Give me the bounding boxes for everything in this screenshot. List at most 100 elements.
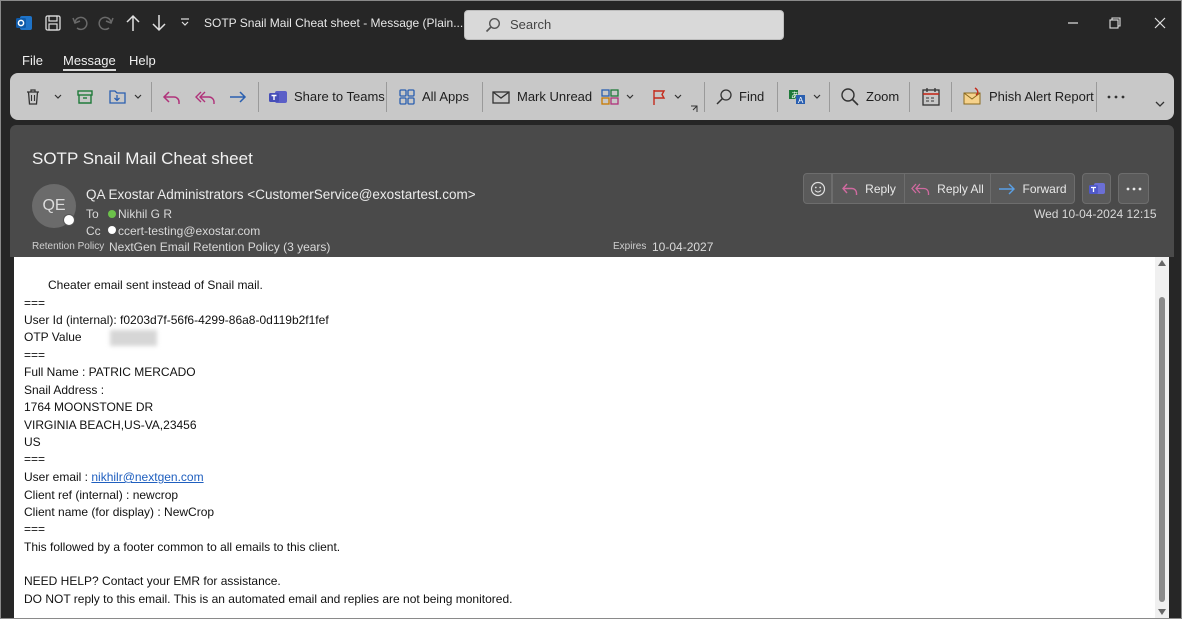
ribbon-divider	[777, 82, 778, 112]
redo-icon[interactable]	[97, 14, 115, 32]
body-snail-address-label: Snail Address :	[24, 383, 105, 397]
teams-icon	[1088, 181, 1106, 197]
svg-text:A: A	[798, 96, 804, 105]
customize-quick-access-icon[interactable]	[180, 17, 190, 27]
zoom-icon	[840, 87, 860, 107]
message-more-button[interactable]	[1118, 173, 1149, 204]
search-box[interactable]: Search	[464, 10, 784, 40]
mark-unread-label: Mark Unread	[517, 89, 593, 104]
search-placeholder: Search	[510, 17, 552, 32]
dialog-launcher-icon[interactable]	[690, 105, 698, 113]
message-subject: SOTP Snail Mail Cheat sheet	[32, 149, 253, 168]
all-apps-button[interactable]: All Apps	[398, 73, 469, 120]
share-to-teams-label: Share to Teams	[294, 89, 385, 104]
reply-all-icon	[195, 88, 217, 106]
find-button[interactable]: Find	[715, 73, 764, 120]
menu-message[interactable]: Message	[63, 53, 116, 71]
more-icon	[1106, 94, 1126, 100]
ribbon-divider	[482, 82, 483, 112]
trash-icon	[24, 88, 42, 106]
title-bar: SOTP Snail Mail Cheat sheet - Message (P…	[1, 1, 1181, 47]
scroll-down-icon[interactable]	[1158, 609, 1166, 615]
calendar-view-button[interactable]	[921, 73, 941, 120]
minimize-icon[interactable]	[1067, 17, 1079, 29]
message-body[interactable]: Cheater email sent instead of Snail mail…	[14, 257, 1169, 618]
user-email-link[interactable]: nikhilr@nextgen.com	[91, 470, 203, 484]
window-title: SOTP Snail Mail Cheat sheet - Message (P…	[204, 16, 464, 30]
mark-unread-button[interactable]: Mark Unread	[491, 73, 592, 120]
categorize-button[interactable]	[600, 73, 634, 120]
undo-icon[interactable]	[71, 14, 89, 32]
more-options-button[interactable]	[1106, 73, 1126, 120]
forward-button[interactable]: Forward	[990, 173, 1075, 204]
archive-icon	[76, 88, 94, 106]
translate-button[interactable]: あA	[787, 73, 821, 120]
archive-button[interactable]	[76, 73, 94, 120]
received-date: Wed 10-04-2024 12:15	[1034, 207, 1157, 221]
menu-help[interactable]: Help	[129, 53, 156, 68]
body-client-ref: Client ref (internal) : newcrop	[24, 488, 179, 502]
to-label: To	[86, 207, 99, 221]
reply-ribbon-button[interactable]	[162, 73, 182, 120]
envelope-icon	[491, 88, 511, 106]
chevron-down-icon	[626, 94, 634, 100]
emoji-icon	[810, 181, 826, 197]
expires-date: 10-04-2027	[652, 240, 714, 254]
zoom-button[interactable]: Zoom	[840, 73, 899, 120]
body-otp-label: OTP Value	[24, 330, 82, 344]
next-item-icon[interactable]	[151, 14, 167, 32]
vertical-scrollbar[interactable]	[1155, 257, 1169, 618]
sender[interactable]: QA Exostar Administrators <CustomerServi…	[86, 187, 476, 202]
message-header: SOTP Snail Mail Cheat sheet QE QA Exosta…	[10, 125, 1174, 257]
follow-up-button[interactable]	[650, 73, 682, 120]
save-icon[interactable]	[45, 15, 61, 31]
phish-alert-icon	[961, 86, 983, 107]
reply-button[interactable]: Reply	[832, 173, 905, 204]
to-recipient[interactable]: Nikhil G R	[118, 207, 172, 221]
chevron-down-icon	[674, 94, 682, 100]
delete-button[interactable]	[24, 73, 42, 120]
ribbon-divider	[829, 82, 830, 112]
presence-unknown-icon	[108, 226, 116, 234]
scroll-up-icon[interactable]	[1158, 260, 1166, 266]
previous-item-icon[interactable]	[125, 14, 141, 32]
body-footer-note: This followed by a footer common to all …	[24, 540, 341, 554]
share-to-teams-button[interactable]: Share to Teams	[268, 73, 385, 120]
cc-label: Cc	[86, 224, 101, 238]
ribbon-divider	[951, 82, 952, 112]
ribbon-divider	[1096, 82, 1097, 112]
reply-all-button[interactable]: Reply All	[904, 173, 991, 204]
reply-icon	[162, 88, 182, 106]
scrollbar-thumb[interactable]	[1159, 297, 1165, 602]
teams-share-button[interactable]	[1082, 173, 1111, 204]
menu-file[interactable]: File	[22, 53, 43, 68]
move-button[interactable]	[108, 73, 142, 120]
phish-alert-report-button[interactable]: Phish Alert Report	[961, 73, 1094, 120]
user-email-label: User email :	[24, 470, 92, 484]
react-button[interactable]	[803, 173, 832, 204]
presence-status-icon	[63, 214, 75, 226]
outlook-logo-icon	[15, 14, 33, 32]
reply-all-label: Reply All	[937, 181, 984, 196]
forward-icon	[998, 181, 1016, 197]
body-separator: ===	[24, 296, 46, 310]
cc-recipient[interactable]: ccert-testing@exostar.com	[118, 224, 260, 238]
forward-ribbon-button[interactable]	[228, 73, 248, 120]
categorize-icon	[600, 88, 620, 106]
phish-alert-label: Phish Alert Report	[989, 89, 1094, 104]
delete-dropdown[interactable]	[54, 73, 62, 120]
ribbon-divider	[258, 82, 259, 112]
retention-label: Retention Policy	[32, 241, 105, 252]
retention-policy: NextGen Email Retention Policy (3 years)	[109, 240, 331, 254]
restore-icon[interactable]	[1109, 17, 1121, 29]
forward-label: Forward	[1022, 181, 1067, 196]
collapse-ribbon-icon[interactable]	[1155, 100, 1165, 108]
close-icon[interactable]	[1154, 17, 1166, 29]
expires-label: Expires	[613, 241, 647, 252]
search-icon	[715, 88, 733, 106]
chevron-down-icon	[813, 94, 821, 100]
reply-all-ribbon-button[interactable]	[195, 73, 217, 120]
apps-grid-icon	[398, 88, 416, 106]
online-status-icon	[108, 210, 116, 218]
body-line: Cheater email sent instead of Snail mail…	[48, 278, 263, 292]
